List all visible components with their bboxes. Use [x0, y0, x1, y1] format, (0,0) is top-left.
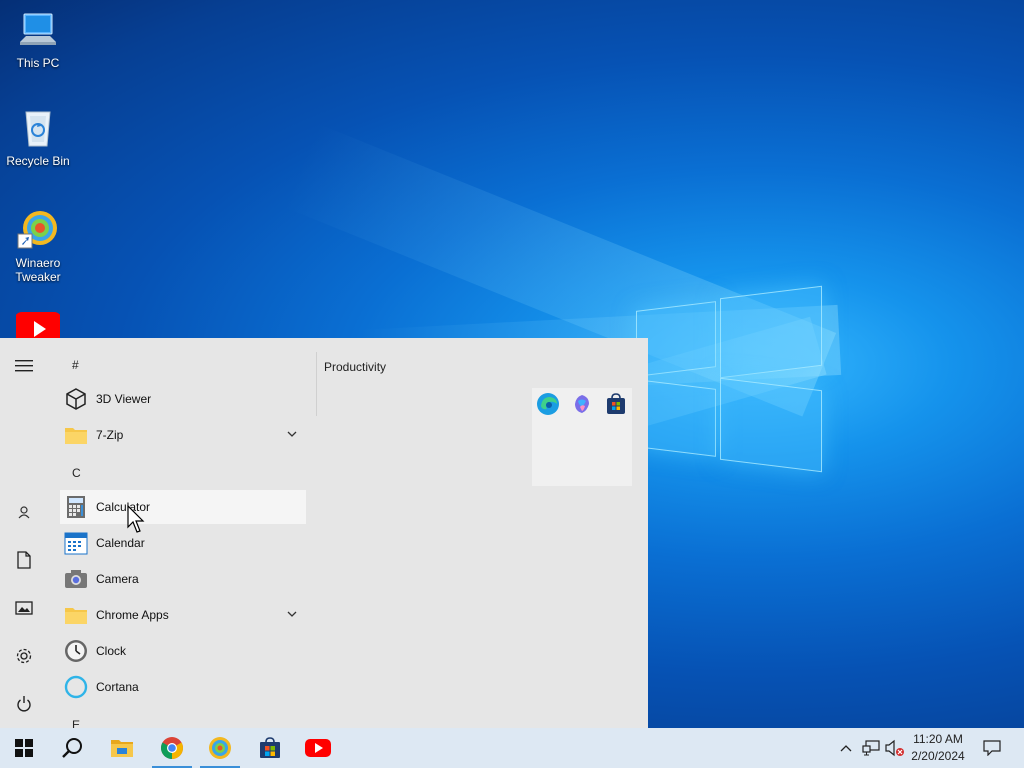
copilot-icon — [570, 392, 594, 416]
folder-icon — [64, 603, 88, 627]
mouse-cursor — [127, 505, 145, 533]
windows-logo-wallpaper — [636, 285, 824, 484]
section-header-c[interactable]: C — [72, 466, 81, 480]
desktop-icon-label-line1: Winaero — [15, 256, 61, 270]
clock-date: 2/20/2024 — [911, 749, 965, 763]
hamburger-menu-icon[interactable] — [12, 354, 36, 378]
folder-icon — [64, 423, 88, 447]
calculator-icon — [64, 495, 88, 519]
file-explorer-icon — [111, 740, 133, 757]
show-hidden-icons-chevron — [840, 745, 852, 752]
section-header-hash[interactable]: # — [72, 358, 79, 372]
desktop-icon-winaero-tweaker[interactable]: Winaero Tweaker — [0, 208, 76, 284]
taskbar-winaero-tweaker[interactable] — [196, 728, 244, 768]
winaero-tweaker-icon — [16, 208, 60, 252]
desktop-icon-label-line2: Tweaker — [15, 270, 61, 284]
recycle-bin-icon — [16, 106, 60, 150]
desktop-icon-this-pc[interactable]: This PC — [0, 8, 76, 70]
start-rail — [0, 338, 48, 728]
start-icon — [15, 739, 33, 757]
documents-icon[interactable] — [12, 548, 36, 572]
app-label: Chrome Apps — [96, 608, 169, 622]
desktop-icon-recycle-bin[interactable]: Recycle Bin — [0, 106, 76, 168]
tile-group-title[interactable]: Productivity — [324, 360, 386, 374]
action-center-icon — [983, 740, 1001, 756]
taskbar-clock[interactable]: 11:20 AM 2/20/2024 — [906, 731, 970, 765]
app-clock[interactable]: Clock — [60, 634, 306, 668]
app-label: Camera — [96, 572, 139, 586]
cortana-icon — [64, 675, 88, 699]
app-calendar[interactable]: Calendar — [60, 526, 306, 560]
volume-muted-icon — [885, 739, 904, 757]
app-calculator[interactable]: Calculator — [60, 490, 306, 524]
pictures-icon[interactable] — [12, 596, 36, 620]
power-icon[interactable] — [12, 692, 36, 716]
show-hidden-icons[interactable] — [836, 728, 856, 768]
3d-viewer-icon — [64, 387, 88, 411]
user-icon[interactable] — [12, 500, 36, 524]
this-pc-icon — [16, 8, 60, 52]
chrome-icon — [161, 737, 183, 759]
app-7-zip[interactable]: 7-Zip — [60, 418, 306, 452]
section-header-e[interactable]: E — [72, 718, 80, 728]
app-camera[interactable]: Camera — [60, 562, 306, 596]
clock-time: 11:20 AM — [913, 732, 963, 746]
calendar-icon — [64, 531, 88, 555]
group-divider — [316, 352, 317, 416]
app-label: Cortana — [96, 680, 139, 694]
app-list: # 3D Viewer 7-Zip C Calculator Calendar … — [56, 338, 314, 728]
taskbar-file-explorer[interactable] — [98, 728, 146, 768]
store-icon — [604, 392, 628, 416]
app-cortana[interactable]: Cortana — [60, 670, 306, 704]
desktop-icon-label: This PC — [16, 56, 60, 70]
taskbar: 11:20 AM 2/20/2024 — [0, 728, 1024, 768]
clock-icon — [64, 639, 88, 663]
tile-folder-productivity[interactable] — [532, 388, 632, 486]
network-icon — [862, 740, 880, 756]
start-button[interactable] — [0, 728, 48, 768]
app-label: 3D Viewer — [96, 392, 152, 406]
youtube-icon — [305, 739, 331, 757]
taskbar-youtube[interactable] — [294, 728, 342, 768]
network-status[interactable] — [860, 728, 882, 768]
taskbar-chrome[interactable] — [148, 728, 196, 768]
winaero-tweaker-icon — [209, 737, 231, 759]
camera-icon — [64, 567, 88, 591]
action-center-button[interactable] — [980, 728, 1004, 768]
app-3d-viewer[interactable]: 3D Viewer — [60, 382, 306, 416]
search-button[interactable] — [48, 728, 96, 768]
taskbar-microsoft-store[interactable] — [246, 728, 294, 768]
chevron-down-icon[interactable] — [286, 428, 298, 440]
app-label: 7-Zip — [96, 428, 124, 442]
app-label: Calendar — [96, 536, 145, 550]
chevron-down-icon[interactable] — [286, 608, 298, 620]
desktop-icon-label: Recycle Bin — [6, 154, 70, 168]
settings-icon[interactable] — [12, 644, 36, 668]
edge-icon — [536, 392, 560, 416]
app-label: Clock — [96, 644, 127, 658]
microsoft-store-icon — [260, 737, 280, 758]
search-icon — [62, 738, 82, 758]
start-menu: # 3D Viewer 7-Zip C Calculator Calendar … — [0, 338, 648, 728]
app-chrome-apps[interactable]: Chrome Apps — [60, 598, 306, 632]
volume-control[interactable] — [884, 728, 906, 768]
